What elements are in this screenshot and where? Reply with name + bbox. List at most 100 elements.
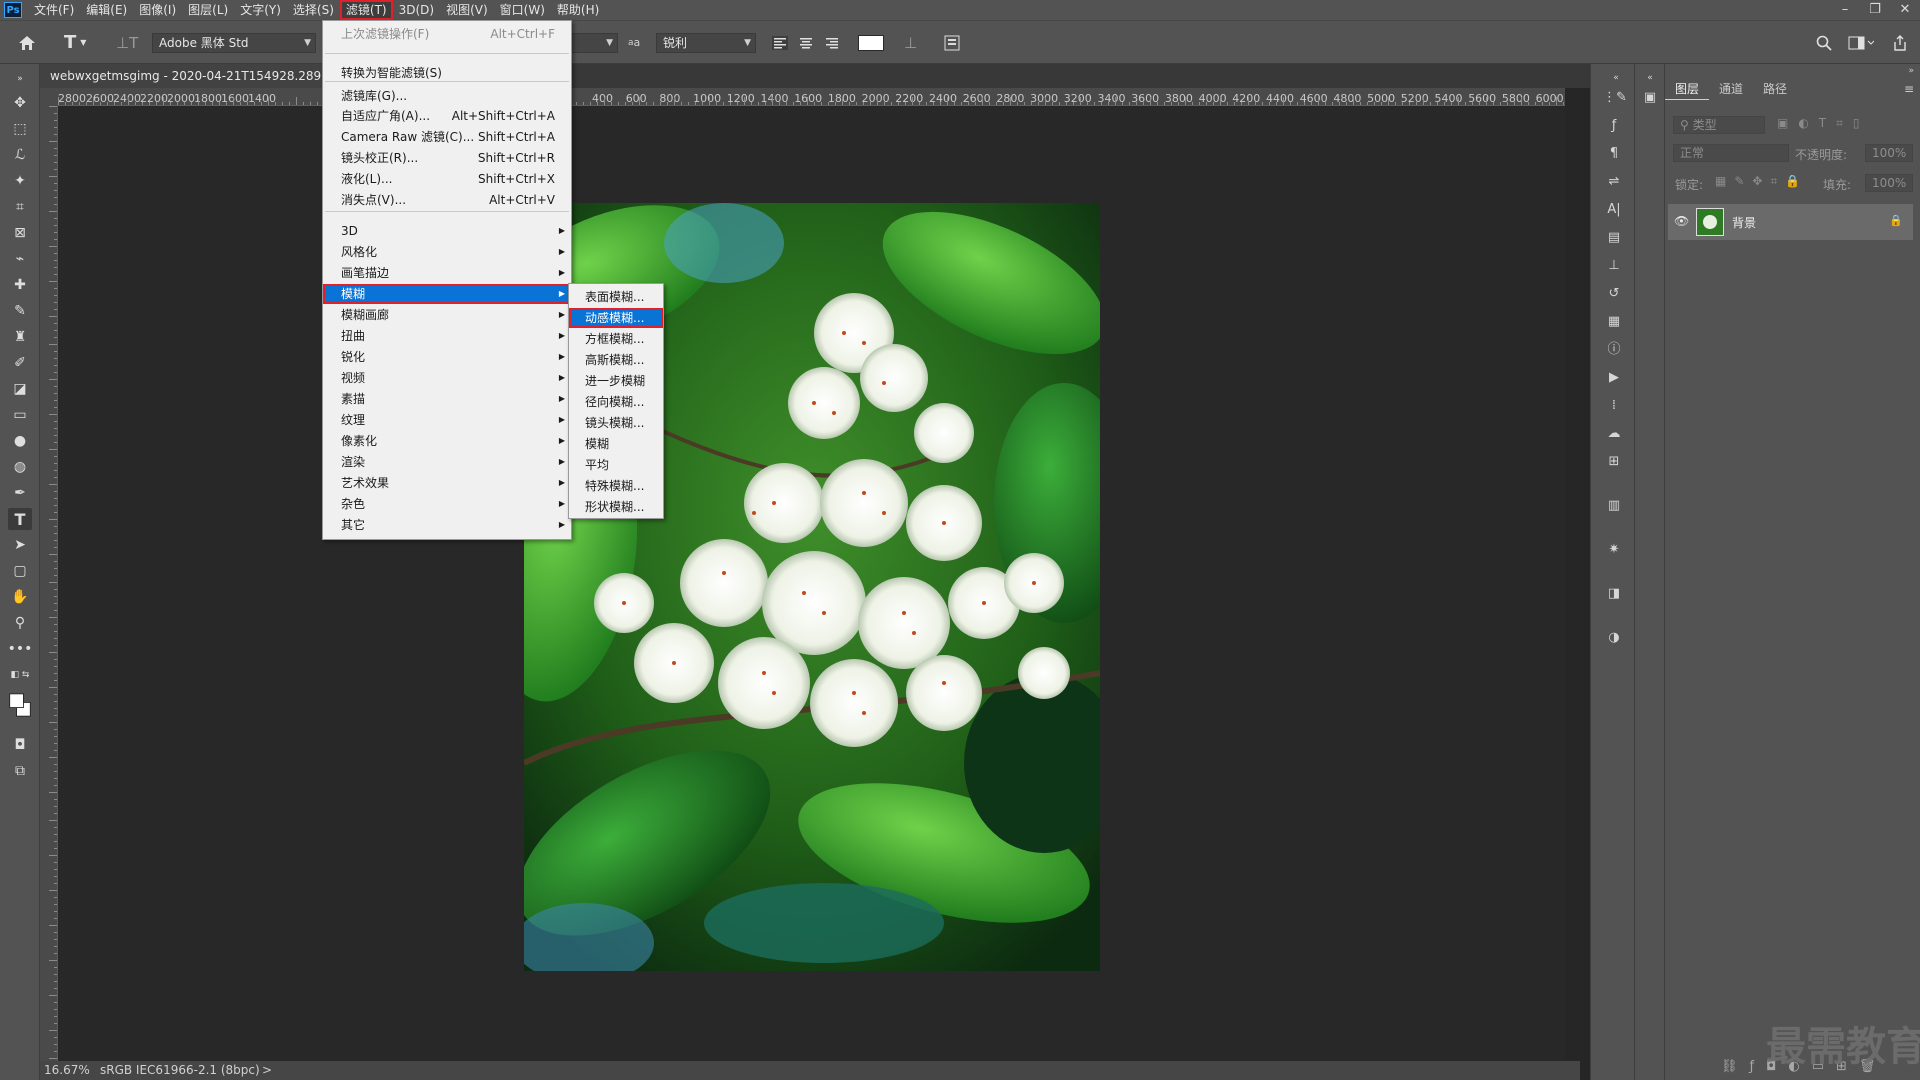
filter-menu-item[interactable]: 上次滤镜操作(F) Alt+Ctrl+F bbox=[323, 24, 571, 44]
minimize-icon[interactable]: – bbox=[1830, 0, 1860, 20]
filter-menu-item[interactable]: 镜头校正(R)... Shift+Ctrl+R bbox=[323, 148, 571, 168]
filter-menu-item[interactable]: 纹理 ▶ bbox=[323, 410, 571, 430]
default-colors-icon[interactable]: ◧ ⇆ bbox=[8, 664, 32, 686]
anti-alias-select[interactable]: 锐利 ▼ bbox=[656, 33, 756, 53]
lasso-tool-icon[interactable]: ℒ bbox=[8, 144, 32, 166]
filter-menu-item[interactable]: 其它 ▶ bbox=[323, 515, 571, 535]
opacity-field[interactable]: 100% bbox=[1865, 144, 1913, 162]
info-icon[interactable]: ⓘ bbox=[1603, 340, 1625, 360]
collapse-arrows-icon[interactable]: « bbox=[1639, 68, 1661, 88]
filter-menu-item[interactable]: 模糊 ▶ bbox=[323, 284, 571, 304]
blur-submenu-item[interactable]: 平均 bbox=[569, 455, 663, 475]
blur-submenu-item[interactable]: 表面模糊... bbox=[569, 287, 663, 307]
filter-menu-item[interactable]: Camera Raw 滤镜(C)... Shift+Ctrl+A bbox=[323, 127, 571, 147]
type-tool-icon[interactable]: T bbox=[8, 508, 32, 530]
text-orientation-icon[interactable]: ⊥T bbox=[116, 21, 138, 64]
blur-submenu-item[interactable]: 进一步模糊 bbox=[569, 371, 663, 391]
home-icon[interactable] bbox=[18, 21, 36, 64]
eyedropper-tool-icon[interactable]: ⌁ bbox=[8, 248, 32, 270]
pen-tool-icon[interactable]: ✒ bbox=[8, 482, 32, 504]
panel-menu-icon[interactable]: ≡ bbox=[1904, 82, 1914, 96]
filter-menu-item[interactable]: 视频 ▶ bbox=[323, 368, 571, 388]
screen-mode-icon[interactable]: ⧉ bbox=[8, 760, 32, 782]
blur-submenu-item[interactable]: 动感模糊... bbox=[569, 308, 663, 328]
filter-menu-item[interactable]: 消失点(V)... Alt+Ctrl+V bbox=[323, 190, 571, 210]
color-swatches[interactable] bbox=[8, 688, 32, 722]
workspace-icon[interactable] bbox=[1848, 21, 1874, 64]
warp-text-icon[interactable]: ⊥ bbox=[904, 21, 917, 64]
zoom-tool-icon[interactable]: ⚲ bbox=[8, 612, 32, 634]
share-icon[interactable] bbox=[1892, 21, 1908, 64]
table-icon[interactable]: ⊞ bbox=[1603, 452, 1625, 472]
character-panel-icon[interactable] bbox=[944, 21, 960, 64]
lock-icons[interactable]: ▦✎✥⌗🔒 bbox=[1715, 174, 1808, 189]
align-center-icon[interactable] bbox=[798, 21, 814, 64]
notes-icon[interactable]: ▥ bbox=[1603, 496, 1625, 516]
tab-paths[interactable]: 路径 bbox=[1753, 78, 1797, 100]
brush-settings-icon[interactable]: ⋮✎ bbox=[1603, 88, 1627, 108]
filter-menu-item[interactable]: 转换为智能滤镜(S) bbox=[323, 63, 571, 83]
magic-wand-tool-icon[interactable]: ✦ bbox=[8, 170, 32, 192]
filter-menu-item[interactable]: 模糊画廊 ▶ bbox=[323, 305, 571, 325]
restore-icon[interactable]: ❐ bbox=[1860, 0, 1890, 20]
character-icon[interactable]: A| bbox=[1603, 200, 1625, 220]
fill-field[interactable]: 100% bbox=[1865, 174, 1913, 192]
document-tab[interactable]: webwxgetmsgimg - 2020-04-21T154928.289.j… bbox=[40, 64, 325, 88]
compass-icon[interactable]: ✷ bbox=[1603, 540, 1625, 560]
collapse-arrows-icon[interactable]: « bbox=[1605, 68, 1627, 88]
menu-edit[interactable]: 编辑(E) bbox=[80, 0, 133, 20]
filter-menu-item[interactable]: 风格化 ▶ bbox=[323, 242, 571, 262]
healing-brush-tool-icon[interactable]: ✚ bbox=[8, 274, 32, 296]
filter-menu-item[interactable]: 液化(L)... Shift+Ctrl+X bbox=[323, 169, 571, 189]
history-icon[interactable]: ↺ bbox=[1603, 284, 1625, 304]
blur-submenu-item[interactable]: 特殊模糊... bbox=[569, 476, 663, 496]
brushes-icon[interactable]: ƒ bbox=[1603, 116, 1625, 136]
menu-view[interactable]: 视图(V) bbox=[440, 0, 494, 20]
blur-submenu-item[interactable]: 模糊 bbox=[569, 434, 663, 454]
timeline-icon[interactable]: ⁞ bbox=[1603, 396, 1625, 416]
blur-submenu-item[interactable]: 高斯模糊... bbox=[569, 350, 663, 370]
menu-type[interactable]: 文字(Y) bbox=[234, 0, 287, 20]
tool-presets-icon[interactable]: ▦ bbox=[1603, 312, 1625, 332]
path-selection-tool-icon[interactable]: ➤ bbox=[8, 534, 32, 556]
frame-tool-icon[interactable]: ⊠ bbox=[8, 222, 32, 244]
blend-mode-select[interactable]: 正常 bbox=[1673, 144, 1789, 162]
menu-select[interactable]: 选择(S) bbox=[287, 0, 340, 20]
dodge-tool-icon[interactable]: ◍ bbox=[8, 456, 32, 478]
menu-filter[interactable]: 滤镜(T) bbox=[339, 0, 393, 20]
collapse-arrows-icon[interactable]: » bbox=[1908, 66, 1914, 76]
layer-filter-icons[interactable]: ▣◐T⌗▯ bbox=[1777, 116, 1870, 131]
navigator-icon[interactable]: ◨ bbox=[1603, 584, 1625, 604]
color-icon[interactable]: ◑ bbox=[1603, 628, 1625, 648]
align-left-icon[interactable] bbox=[772, 21, 788, 64]
menu-layer[interactable]: 图层(L) bbox=[182, 0, 234, 20]
menu-help[interactable]: 帮助(H) bbox=[551, 0, 605, 20]
menu-window[interactable]: 窗口(W) bbox=[494, 0, 551, 20]
filter-menu-item[interactable]: 滤镜库(G)... bbox=[323, 86, 571, 106]
tab-layers[interactable]: 图层 bbox=[1665, 78, 1710, 100]
text-color-swatch[interactable] bbox=[858, 21, 884, 64]
paragraph-icon[interactable]: ¶ bbox=[1603, 144, 1625, 164]
filter-menu-item[interactable]: 锐化 ▶ bbox=[323, 347, 571, 367]
glyphs-icon[interactable]: ▤ bbox=[1603, 228, 1625, 248]
blur-submenu-item[interactable]: 镜头模糊... bbox=[569, 413, 663, 433]
layer-row[interactable]: 👁 背景 🔒 bbox=[1668, 204, 1913, 240]
tab-channels[interactable]: 通道 bbox=[1709, 78, 1753, 100]
filter-menu-item[interactable]: 杂色 ▶ bbox=[323, 494, 571, 514]
hand-tool-icon[interactable]: ✋ bbox=[8, 586, 32, 608]
crop-tool-icon[interactable]: ⌗ bbox=[8, 196, 32, 218]
eraser-tool-icon[interactable]: ◪ bbox=[8, 378, 32, 400]
align-right-icon[interactable] bbox=[824, 21, 840, 64]
search-icon[interactable] bbox=[1816, 21, 1832, 64]
filter-menu-item[interactable]: 渲染 ▶ bbox=[323, 452, 571, 472]
filter-menu-item[interactable]: 3D ▶ bbox=[323, 221, 571, 241]
filter-menu-item[interactable]: 自适应广角(A)... Alt+Shift+Ctrl+A bbox=[323, 106, 571, 126]
menu-image[interactable]: 图像(I) bbox=[133, 0, 182, 20]
marquee-tool-icon[interactable]: ⬚ bbox=[8, 118, 32, 140]
quick-mask-icon[interactable]: ◘ bbox=[8, 734, 32, 756]
blur-submenu-item[interactable]: 形状模糊... bbox=[569, 497, 663, 517]
font-size-select[interactable]: ▼ bbox=[570, 33, 618, 53]
layer-name[interactable]: 背景 bbox=[1732, 214, 1756, 231]
menu-file[interactable]: 文件(F) bbox=[28, 0, 80, 20]
font-family-select[interactable]: Adobe 黑体 Std ▼ bbox=[152, 33, 316, 53]
